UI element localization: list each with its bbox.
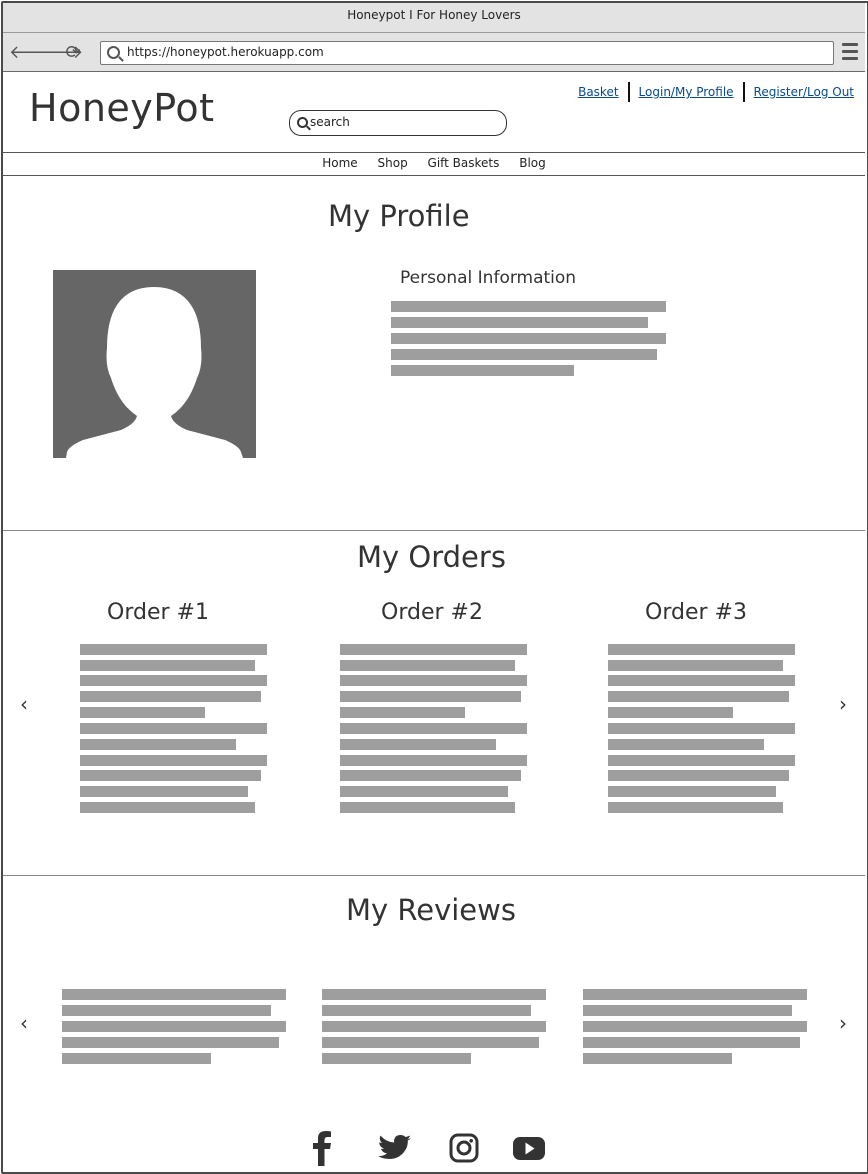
nav-divider bbox=[3, 175, 865, 176]
section-divider bbox=[3, 875, 865, 876]
search-icon bbox=[297, 117, 308, 128]
section-divider bbox=[3, 530, 865, 531]
avatar[interactable] bbox=[53, 270, 256, 458]
url-search-icon bbox=[107, 46, 120, 59]
nav-item-home[interactable]: Home bbox=[322, 153, 357, 174]
orders-next-icon[interactable]: › bbox=[839, 694, 847, 714]
personal-info-heading: Personal Information bbox=[400, 268, 577, 288]
forward-arrow-icon[interactable]: 🡒 bbox=[35, 43, 83, 63]
order-3-title[interactable]: Order #3 bbox=[645, 600, 747, 625]
instagram-icon[interactable] bbox=[448, 1130, 480, 1166]
window-title: Honeypot I For Honey Lovers bbox=[3, 3, 865, 33]
nav-item-blog[interactable]: Blog bbox=[519, 153, 546, 174]
basket-link[interactable]: Basket bbox=[578, 85, 618, 99]
browser-menu-icon[interactable] bbox=[842, 43, 858, 61]
twitter-icon[interactable] bbox=[378, 1130, 412, 1166]
reload-icon[interactable]: ⟳ bbox=[63, 43, 83, 63]
facebook-icon[interactable] bbox=[310, 1130, 336, 1166]
orders-prev-icon[interactable]: ‹ bbox=[20, 694, 28, 714]
main-nav: Home Shop Gift Baskets Blog bbox=[0, 153, 868, 175]
reviews-title: My Reviews bbox=[346, 893, 516, 927]
reviews-prev-icon[interactable]: ‹ bbox=[20, 1013, 28, 1033]
search-box[interactable] bbox=[289, 110, 507, 136]
profile-title: My Profile bbox=[328, 199, 470, 233]
nav-item-shop[interactable]: Shop bbox=[378, 153, 408, 174]
account-links: Basket Login/My Profile Register/Log Out bbox=[578, 82, 854, 102]
link-divider bbox=[627, 82, 630, 102]
login-profile-link[interactable]: Login/My Profile bbox=[639, 85, 734, 99]
link-divider bbox=[742, 82, 745, 102]
order-2-title[interactable]: Order #2 bbox=[381, 600, 483, 625]
register-logout-link[interactable]: Register/Log Out bbox=[754, 85, 854, 99]
site-logo[interactable]: HoneyPot bbox=[29, 86, 214, 130]
url-field[interactable]: https://honeypot.herokuapp.com bbox=[100, 41, 834, 65]
user-silhouette-icon bbox=[66, 287, 243, 458]
youtube-icon[interactable] bbox=[512, 1130, 546, 1166]
back-arrow-icon[interactable]: 🡐 bbox=[9, 43, 57, 63]
search-input[interactable] bbox=[310, 114, 490, 130]
nav-item-gift-baskets[interactable]: Gift Baskets bbox=[428, 153, 500, 174]
url-text: https://honeypot.herokuapp.com bbox=[127, 45, 324, 59]
reviews-next-icon[interactable]: › bbox=[839, 1013, 847, 1033]
order-1-title[interactable]: Order #1 bbox=[107, 600, 209, 625]
orders-title: My Orders bbox=[357, 540, 506, 574]
